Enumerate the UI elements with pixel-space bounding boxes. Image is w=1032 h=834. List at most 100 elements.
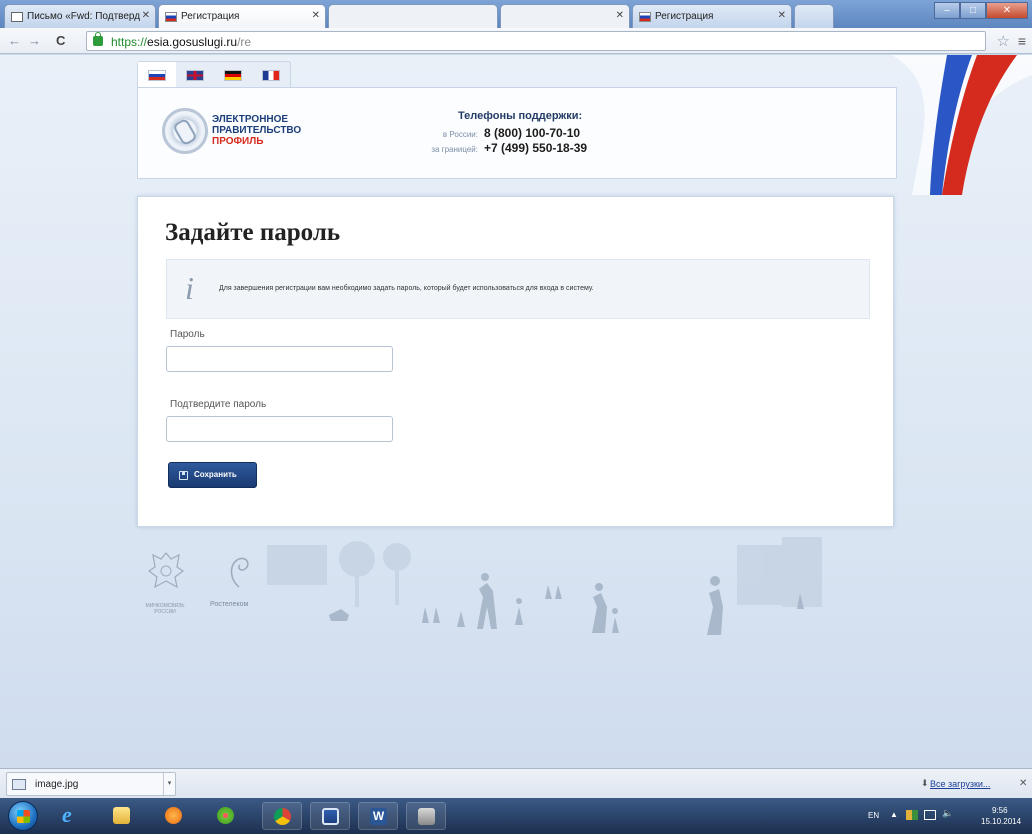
media-player-icon [165,807,182,824]
explorer-button[interactable] [102,802,142,830]
save-button[interactable]: Сохранить [168,462,257,488]
flower-icon [217,807,234,824]
url-host: esia.gosuslugi.ru [147,35,238,49]
set-password-card: Задайте пароль i Для завершения регистра… [137,196,894,527]
media-player-button[interactable] [154,802,194,830]
logo-line-2: ПРАВИТЕЛЬСТВО [212,125,302,136]
confirm-password-label: Подтвердите пароль [170,399,267,410]
info-text: Для завершения регистрации вам необходим… [219,285,594,292]
info-box: i Для завершения регистрации вам необход… [166,259,870,319]
internet-explorer-button[interactable]: e [50,802,90,830]
logo-line-3: ПРОФИЛЬ [212,136,264,147]
info-icon: i [185,270,194,306]
back-arrow-icon[interactable]: ← [8,33,21,48]
close-icon[interactable]: ✕ [778,10,786,21]
chrome-button[interactable] [262,802,302,830]
close-icon[interactable]: ✕ [1019,778,1027,789]
tab-registration-active[interactable]: Регистрация ✕ [158,4,326,28]
network-flag-icon[interactable] [906,810,918,820]
page-viewport: ЭЛЕКТРОННОЕ ПРАВИТЕЛЬСТВО ПРОФИЛЬ Телефо… [0,55,1032,768]
monitor-icon[interactable] [924,810,936,820]
confirm-password-input[interactable] [166,416,393,442]
agent-icon [418,808,435,825]
document-icon [11,12,23,22]
url-path: /re [237,35,252,49]
close-icon[interactable]: ✕ [312,10,320,21]
city-silhouette-decoration [267,537,822,635]
tab-registration[interactable]: Регистрация ✕ [632,4,792,28]
close-icon[interactable]: ✕ [142,10,150,21]
page-title: Задайте пароль [165,219,341,246]
language-fr[interactable] [252,62,290,88]
folder-icon [113,807,130,824]
save-app-button[interactable] [310,802,350,830]
browser-toolbar: ← → C https://esia.gosuslugi.ru/re ☆ ≡ [0,28,1032,54]
tab-obscured[interactable]: ✕ [500,4,630,28]
new-tab-button[interactable] [794,4,834,28]
rostelecom-logo-icon[interactable] [225,555,253,591]
language-de[interactable] [214,62,252,88]
language-ru[interactable] [138,62,176,88]
save-icon [179,471,188,480]
maximize-button[interactable]: □ [960,2,986,19]
logo-line-1: ЭЛЕКТРОННОЕ [212,114,289,125]
tab-label: Письмо «Fwd: Подтверд [27,11,141,22]
logo-text[interactable]: ЭЛЕКТРОННОЕ ПРАВИТЕЛЬСТВО ПРОФИЛЬ [212,114,301,147]
download-arrow-icon: ⬇ [921,778,929,788]
floppy-disk-icon [322,808,339,825]
volume-icon[interactable]: 🔈 [942,808,954,818]
taskbar: e W EN ▲ 🔈 9:56 15.10.2014 [0,798,1032,834]
save-button-label: Сохранить [194,470,237,479]
download-file-name: image.jpg [35,779,79,790]
start-button[interactable] [8,801,38,831]
lock-icon [93,32,103,46]
download-item[interactable]: image.jpg ▾ [6,772,176,796]
word-button[interactable]: W [358,802,398,830]
language-indicator[interactable]: EN [868,811,879,820]
download-shelf: image.jpg ▾ ⬇ Все загрузки... ✕ [0,768,1032,798]
all-downloads-link[interactable]: Все загрузки... [930,779,990,789]
agent-button[interactable] [406,802,446,830]
tab-label: Регистрация [655,11,714,22]
reload-icon[interactable]: C [56,33,65,48]
window-close-button[interactable]: ✕ [986,2,1028,19]
tab-obscured[interactable] [328,4,498,28]
russian-flag-icon [639,12,651,22]
icq-button[interactable] [206,802,246,830]
word-icon: W [370,808,387,825]
clock-date[interactable]: 15.10.2014 [981,817,1021,826]
british-flag-icon [186,69,204,81]
french-flag-icon [262,69,280,81]
clock-time[interactable]: 9:56 [992,806,1008,815]
e-government-logo-icon[interactable] [162,108,208,154]
password-input[interactable] [166,346,393,372]
bookmark-star-icon[interactable]: ☆ [997,32,1010,50]
language-switcher [137,61,291,88]
support-label: в России: [442,130,478,139]
tray-expand-icon[interactable]: ▲ [890,810,898,819]
address-bar[interactable]: https://esia.gosuslugi.ru/re [86,31,986,51]
window-controls: – □ ✕ [934,2,1028,19]
url-scheme: https:// [111,35,148,49]
forward-arrow-icon[interactable]: → [28,33,41,48]
support-number: 8 (800) 100-70-10 [484,126,581,140]
minimize-button[interactable]: – [934,2,960,19]
footer: МИНКОМСВЯЗЬ РОССИИ Ростелеком [137,537,897,637]
tab-letter[interactable]: Письмо «Fwd: Подтверд ✕ [4,4,156,28]
russian-flag-icon [165,12,177,22]
chrome-icon [274,808,291,825]
coat-of-arms-icon[interactable] [147,549,185,593]
support-title: Телефоны поддержки: [458,110,583,122]
support-label: за границей: [431,145,478,154]
chevron-down-icon[interactable]: ▾ [163,773,175,795]
support-row-abroad: за границей: +7 (499) 550-18-39 [418,139,587,157]
close-icon[interactable]: ✕ [616,10,624,21]
site-header: ЭЛЕКТРОННОЕ ПРАВИТЕЛЬСТВО ПРОФИЛЬ Телефо… [137,87,897,179]
menu-icon[interactable]: ≡ [1018,33,1026,49]
russian-flag-icon [148,69,166,81]
rostelecom-label: Ростелеком [210,601,249,608]
support-number: +7 (499) 550-18-39 [484,141,588,155]
german-flag-icon [224,69,242,81]
language-en[interactable] [176,62,214,88]
internet-explorer-icon: e [62,802,72,827]
